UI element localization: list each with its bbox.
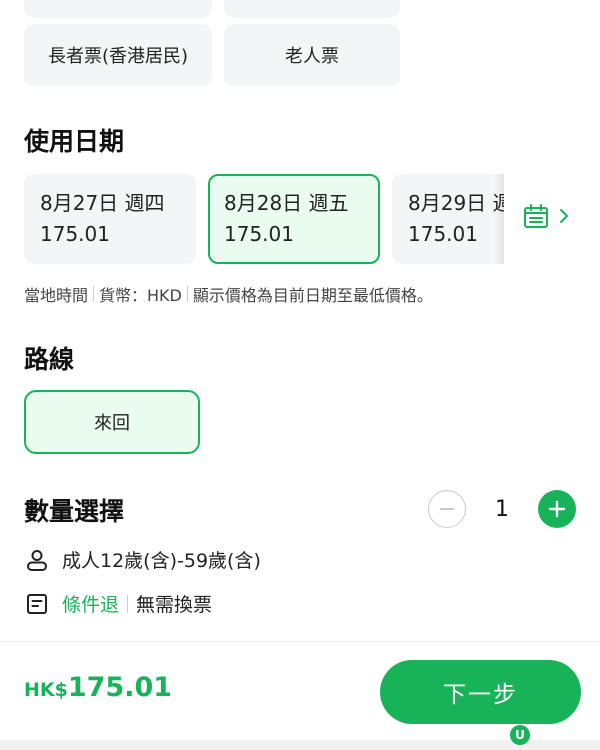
- date-option[interactable]: 8月27日 週四 175.01: [24, 174, 196, 264]
- date-label: 8月27日 週四: [40, 191, 165, 215]
- note-local-time: 當地時間: [24, 286, 89, 305]
- plus-icon: [548, 500, 566, 518]
- chevron-right-icon: [558, 208, 570, 228]
- app-badge: U: [510, 725, 530, 745]
- price-note: 當地時間 貨幣：HKD 顯示價格為目前日期至最低價格。: [24, 282, 433, 306]
- note-price-info: 顯示價格為目前日期至最低價格。: [192, 286, 433, 305]
- quantity-section-title: 數量選擇: [24, 497, 125, 526]
- total-price: HK$ 175.01: [24, 672, 172, 703]
- increment-button[interactable]: [538, 490, 576, 528]
- route-section-title: 路線: [24, 345, 75, 374]
- age-range-text: 成人12歲(含)-59歲(含): [62, 550, 261, 572]
- date-section-title: 使用日期: [24, 127, 125, 156]
- document-icon: [24, 591, 50, 617]
- policy-divider: [127, 594, 129, 613]
- note-divider: [186, 286, 188, 302]
- exchange-policy-text: 無需換票: [136, 594, 213, 616]
- ticket-type-row: 長者票(香港居民) 老人票: [24, 24, 400, 86]
- currency-label: HK$: [24, 679, 68, 701]
- person-icon: [24, 547, 50, 573]
- policy-info: 條件退 無需換票: [24, 590, 212, 617]
- calendar-icon: [522, 202, 550, 234]
- route-option-round-trip[interactable]: 來回: [24, 390, 200, 454]
- note-currency: 貨幣：HKD: [99, 286, 182, 305]
- ticket-type-senior-resident[interactable]: 長者票(香港居民): [24, 24, 212, 86]
- quantity-stepper: 1: [428, 490, 576, 528]
- date-price: 175.01: [40, 222, 110, 246]
- date-price: 175.01: [408, 222, 478, 246]
- date-selector: 8月27日 週四 175.01 8月28日 週五 175.01 8月29日 週六…: [24, 174, 504, 264]
- date-price: 175.01: [224, 222, 294, 246]
- total-amount: 175.01: [67, 672, 173, 703]
- decrement-button[interactable]: [428, 490, 466, 528]
- date-label: 8月28日 週五: [224, 191, 349, 215]
- next-step-button[interactable]: 下一步: [380, 660, 581, 724]
- ticket-type-row-partial: [24, 0, 400, 18]
- ticket-type-elderly[interactable]: 老人票: [224, 24, 400, 86]
- ticket-type-option[interactable]: [224, 0, 400, 18]
- date-option[interactable]: 8月29日 週六 175.01: [392, 174, 504, 264]
- refund-policy-link[interactable]: 條件退: [62, 590, 119, 617]
- calendar-button[interactable]: [522, 200, 582, 236]
- footer-divider: [0, 641, 600, 642]
- scroll-fade: [494, 174, 504, 264]
- bottom-bar: [0, 740, 600, 750]
- date-label: 8月29日 週六: [408, 191, 504, 215]
- note-divider: [93, 286, 95, 302]
- age-info: 成人12歲(含)-59歲(含): [24, 546, 261, 573]
- date-option-selected[interactable]: 8月28日 週五 175.01: [208, 174, 380, 264]
- ticket-type-option[interactable]: [24, 0, 212, 18]
- minus-icon: [440, 508, 454, 510]
- quantity-value: 1: [495, 496, 509, 522]
